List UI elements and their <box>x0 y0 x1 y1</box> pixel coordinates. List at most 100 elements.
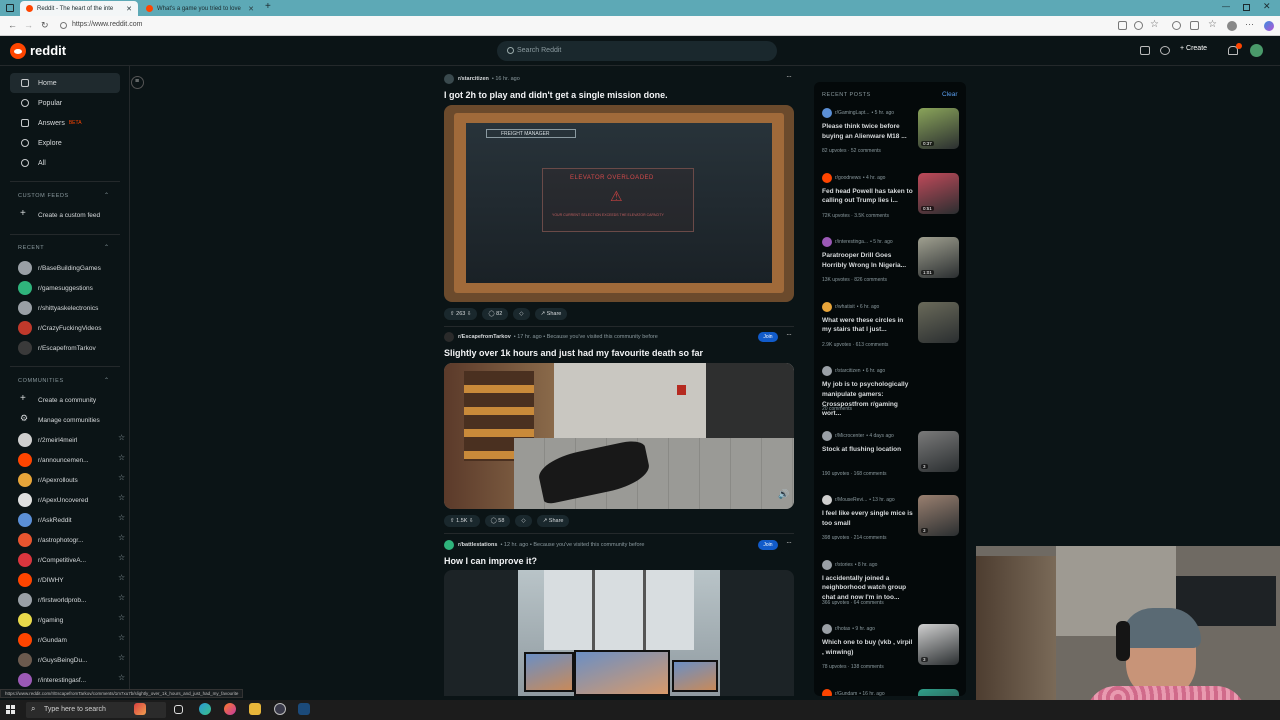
maximize-window-icon[interactable] <box>1243 4 1250 11</box>
community-item[interactable]: r/gaming ☆ <box>18 613 125 627</box>
chevron-up-icon[interactable]: ⌃ <box>104 192 109 199</box>
close-tab-icon[interactable]: ✕ <box>126 5 132 13</box>
create-community-link[interactable]: + Create a community <box>18 393 118 407</box>
favorite-star-icon[interactable]: ☆ <box>118 493 125 502</box>
windows-start-icon[interactable] <box>6 705 15 714</box>
chevron-up-icon[interactable]: ⌃ <box>104 377 109 384</box>
recent-post-item[interactable]: r/interestinga... • 5 hr. ago Paratrooper … <box>822 237 960 297</box>
community-item[interactable]: r/2meirl4meirl ☆ <box>18 433 125 447</box>
edge-icon[interactable] <box>199 703 211 715</box>
minimize-window-icon[interactable]: — <box>1222 2 1230 11</box>
obs-icon[interactable] <box>274 703 286 715</box>
community-item[interactable]: r/astrophotogr... ☆ <box>18 533 125 547</box>
favorite-star-icon[interactable]: ☆ <box>118 433 125 442</box>
subreddit-name[interactable]: r/goodnews <box>835 175 861 181</box>
recent-post-title[interactable]: Fed head Powell has taken to calling out… <box>822 187 914 207</box>
collapse-sidebar-button[interactable]: ≡ <box>131 76 144 89</box>
community-item[interactable]: r/interestingasf... ☆ <box>18 673 125 687</box>
upvote-icon[interactable]: ⇧ <box>450 311 455 317</box>
chat-icon[interactable] <box>1160 46 1170 55</box>
chevron-up-icon[interactable]: ⌃ <box>104 244 109 251</box>
subreddit-name[interactable]: r/starcitizen <box>835 368 861 374</box>
recent-post-item[interactable]: r/Microcenter • 4 days ago Stock at flushi… <box>822 430 960 491</box>
comments-button[interactable]: ◯ 82 <box>482 308 509 320</box>
favorite-star-icon[interactable]: ☆ <box>118 633 125 642</box>
post-options-icon[interactable]: ··· <box>786 72 792 81</box>
split-screen-icon[interactable] <box>1190 21 1199 30</box>
forward-icon[interactable]: → <box>24 20 33 30</box>
subreddit-link[interactable]: r/EscapefromTarkov <box>458 334 511 340</box>
favorite-star-icon[interactable]: ☆ <box>118 613 125 622</box>
recent-post-item[interactable]: r/Gundam • 16 hr. ago <box>822 688 960 697</box>
firefox-icon[interactable] <box>224 703 236 715</box>
subreddit-name[interactable]: r/stories <box>835 562 853 568</box>
recent-post-thumbnail[interactable]: 3 <box>918 624 959 665</box>
site-info-icon[interactable] <box>60 22 67 29</box>
recent-post-title[interactable]: Please think twice before buying an Alie… <box>822 122 914 142</box>
volume-icon[interactable]: 🔊 <box>778 489 789 500</box>
subreddit-link[interactable]: r/starcitizen <box>458 76 489 82</box>
recent-heading[interactable]: RECENT <box>18 245 44 251</box>
sidebar-item-explore[interactable]: Explore <box>10 133 120 153</box>
recent-post-thumbnail[interactable]: 0:37 <box>918 108 959 149</box>
refresh-icon[interactable]: ↻ <box>41 20 49 31</box>
subreddit-name[interactable]: r/Gundam <box>835 691 857 697</box>
community-item[interactable]: r/Gundam ☆ <box>18 633 125 647</box>
subreddit-name[interactable]: r/GamingLapt... <box>835 110 869 116</box>
favorite-star-icon[interactable]: ☆ <box>118 673 125 682</box>
post-image[interactable] <box>444 570 794 696</box>
post-options-icon[interactable]: ··· <box>786 330 792 339</box>
custom-feeds-heading[interactable]: CUSTOM FEEDS <box>18 193 69 199</box>
extensions-icon[interactable] <box>1172 21 1181 30</box>
sidebar-item-all[interactable]: All <box>10 153 120 173</box>
recent-post-thumbnail[interactable] <box>918 301 959 343</box>
downvote-icon[interactable]: ⇩ <box>469 518 474 524</box>
recent-community-item[interactable]: r/CrazyFuckingVideos <box>18 321 118 335</box>
recent-post-thumbnail[interactable]: 3 <box>918 430 959 472</box>
profile-icon[interactable] <box>1227 21 1237 31</box>
favorite-star-icon[interactable]: ☆ <box>118 453 125 462</box>
reddit-wordmark[interactable]: reddit <box>30 43 66 58</box>
recent-post-thumbnail[interactable]: 3 <box>918 495 959 536</box>
upvote-icon[interactable]: ⇧ <box>450 518 455 524</box>
subreddit-name[interactable]: r/Microcenter <box>835 433 864 439</box>
community-item[interactable]: r/firstworldprob... ☆ <box>18 593 125 607</box>
recent-post-item[interactable]: r/stories • 8 hr. ago I accidentally joine… <box>822 559 960 620</box>
communities-heading[interactable]: COMMUNITIES <box>18 378 64 384</box>
favorite-star-icon[interactable]: ☆ <box>118 573 125 582</box>
community-item[interactable]: r/ApexUncovered ☆ <box>18 493 125 507</box>
favorite-star-icon[interactable]: ☆ <box>118 513 125 522</box>
downvote-icon[interactable]: ⇩ <box>467 311 472 317</box>
recent-community-item[interactable]: r/shittyaskelectronics <box>18 301 118 315</box>
recent-post-thumbnail[interactable]: 0:51 <box>918 172 959 214</box>
clear-recent-button[interactable]: Clear <box>942 91 958 98</box>
post-image[interactable]: FREIGHT MANAGER ELEVATOR OVERLOADED ⚠ YO… <box>444 105 794 302</box>
reader-icon[interactable] <box>1118 21 1127 30</box>
favorite-star-icon[interactable]: ☆ <box>118 533 125 542</box>
sidebar-item-home[interactable]: Home <box>10 73 120 93</box>
subreddit-name[interactable]: r/hotas <box>835 626 850 632</box>
recent-post-title[interactable]: What were these circles in my stairs tha… <box>822 316 914 336</box>
vote-control[interactable]: ⇧ 263 ⇩ <box>444 308 478 320</box>
recent-post-item[interactable]: r/starcitizen • 6 hr. ago My job is to psy… <box>822 366 960 426</box>
join-button[interactable]: Join <box>758 540 778 550</box>
manage-communities-link[interactable]: ⚙ Manage communities <box>18 413 118 427</box>
post-options-icon[interactable]: ··· <box>786 538 792 547</box>
post-title[interactable]: Slightly over 1k hours and just had my f… <box>444 348 703 358</box>
recent-post-thumbnail[interactable]: 1:01 <box>918 237 959 278</box>
browser-tab-reddit[interactable]: Reddit - The heart of the inte ✕ <box>20 1 138 16</box>
recent-post-title[interactable]: Which one to buy (vkb , virpil , winwing… <box>822 638 914 658</box>
recent-post-item[interactable]: r/goodnews • 4 hr. ago Fed head Powell has… <box>822 172 960 233</box>
comments-button[interactable]: ◯ 58 <box>484 515 511 527</box>
share-button[interactable]: ↗ Share <box>534 308 568 320</box>
task-view-icon[interactable] <box>174 705 183 714</box>
join-button[interactable]: Join <box>758 332 778 342</box>
post-video[interactable]: 🔊 <box>444 363 794 509</box>
browser-tab-game[interactable]: What's a game you tried to love ✕ <box>140 1 260 16</box>
recent-community-item[interactable]: r/EscapefromTarkov <box>18 341 118 355</box>
subreddit-name[interactable]: r/MouseRevi... <box>835 497 867 503</box>
user-avatar[interactable] <box>1250 44 1263 57</box>
favorite-star-icon[interactable]: ☆ <box>118 553 125 562</box>
recent-post-title[interactable]: I accidentally joined a neighborhood wat… <box>822 574 914 603</box>
community-item[interactable]: r/AskReddit ☆ <box>18 513 125 527</box>
